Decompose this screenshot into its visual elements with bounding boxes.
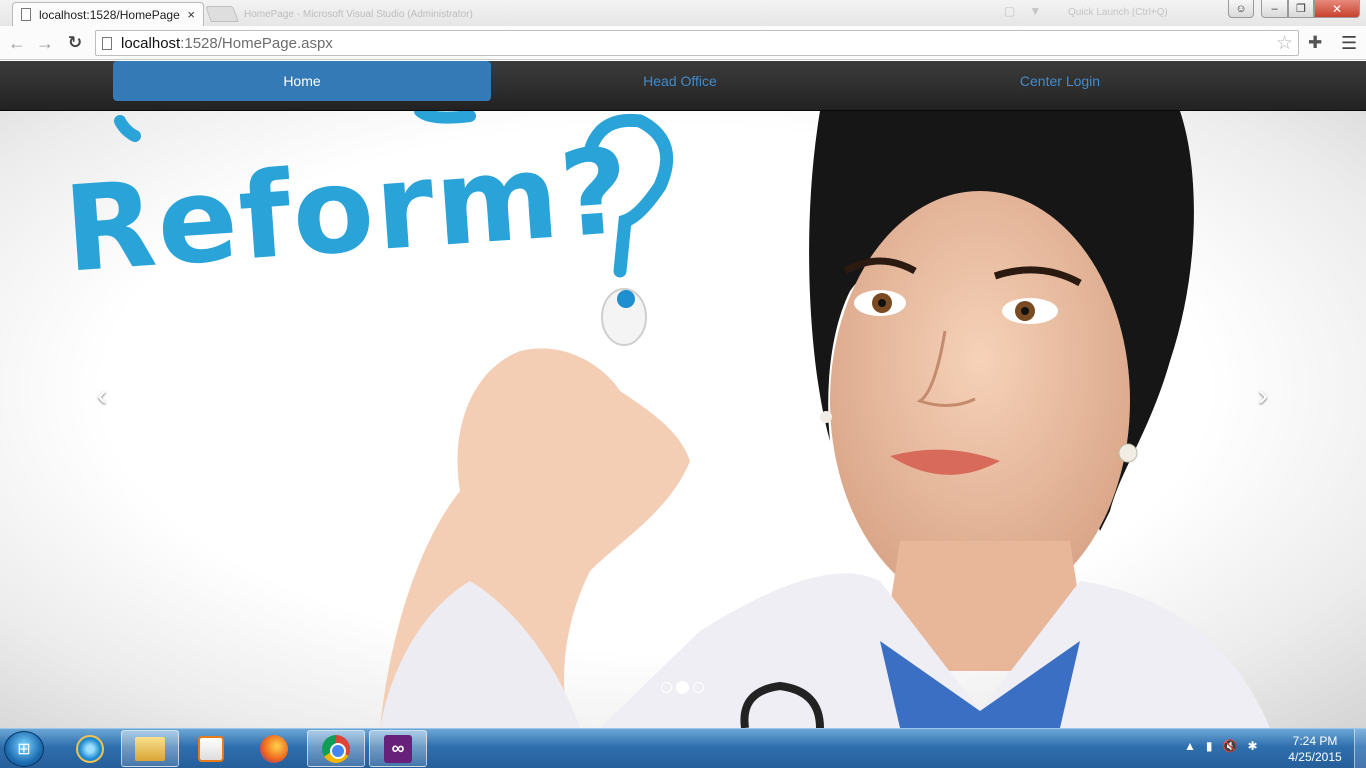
taskbar-firefox[interactable] xyxy=(245,730,303,767)
browser-tab[interactable]: localhost:1528/HomePage × xyxy=(12,2,204,26)
taskbar-clock[interactable]: 7:24 PM 4/25/2015 xyxy=(1282,733,1348,765)
url-path: :1528/HomePage.aspx xyxy=(180,34,333,52)
background-search-hint: Quick Launch (Ctrl+Q) xyxy=(1068,7,1168,18)
tab-title: localhost:1528/HomePage xyxy=(39,7,180,22)
taskbar-media-player[interactable] xyxy=(182,730,240,767)
background-window-icons: ▢ ▼ xyxy=(1004,4,1041,18)
taskbar-visual-studio[interactable]: ∞ xyxy=(369,730,427,767)
window-close-button[interactable]: ✕ xyxy=(1314,0,1360,18)
system-tray: ▲ ▮ 🔇 ✱ xyxy=(1184,739,1258,753)
carousel-indicator-active[interactable] xyxy=(676,681,689,694)
network-icon[interactable]: ✱ xyxy=(1247,739,1257,753)
volume-muted-icon[interactable]: 🔇 xyxy=(1223,739,1238,753)
carousel-indicator[interactable] xyxy=(661,682,672,693)
start-button[interactable]: ⊞ xyxy=(4,731,44,767)
taskbar-windows-explorer[interactable] xyxy=(121,730,179,767)
tray-expand-icon[interactable]: ▲ xyxy=(1184,739,1196,753)
carousel-next-button[interactable]: › xyxy=(1248,379,1278,412)
battery-icon[interactable]: ▮ xyxy=(1206,739,1213,753)
show-desktop-button[interactable] xyxy=(1354,729,1366,768)
new-tab-button[interactable] xyxy=(205,6,239,22)
maximize-button[interactable]: ❐ xyxy=(1288,0,1314,18)
windows-taskbar: ⊞ ∞ ▲ ▮ 🔇 ✱ 7:24 PM 4/25/2015 xyxy=(0,728,1366,768)
nav-item-center-login[interactable]: Center Login xyxy=(871,61,1249,101)
chrome-icon xyxy=(322,734,350,763)
filter-icon: ▼ xyxy=(1029,4,1042,18)
carousel-prev-button[interactable]: ‹ xyxy=(87,379,117,412)
firefox-icon xyxy=(260,734,288,763)
back-arrow-icon[interactable]: ← xyxy=(6,32,28,54)
carousel-indicators xyxy=(661,681,704,694)
carousel-indicator[interactable] xyxy=(693,682,704,693)
menu-icon[interactable]: ☰ xyxy=(1341,33,1357,54)
extension-icon[interactable]: ✚ xyxy=(1308,33,1322,53)
site-navbar: Home Head Office Center Login xyxy=(0,61,1366,111)
address-bar[interactable]: localhost:1528/HomePage.aspx xyxy=(95,30,1299,56)
hero-carousel: Reform? ‹ › xyxy=(0,111,1366,728)
folder-icon xyxy=(135,736,165,761)
browser-title-bar: localhost:1528/HomePage × HomePage - Mic… xyxy=(0,0,1366,26)
clock-time: 7:24 PM xyxy=(1292,734,1338,748)
reload-icon[interactable]: ↻ xyxy=(64,32,86,54)
close-icon[interactable]: × xyxy=(187,7,195,22)
visual-studio-icon: ∞ xyxy=(384,734,412,763)
feedback-icon: ▢ xyxy=(1004,4,1016,18)
url-host: localhost xyxy=(121,34,181,52)
internet-explorer-icon xyxy=(76,734,104,763)
clock-date: 4/25/2015 xyxy=(1288,750,1342,764)
background-window-title: HomePage - Microsoft Visual Studio (Admi… xyxy=(244,9,473,20)
forward-arrow-icon[interactable]: → xyxy=(34,32,56,54)
taskbar-chrome[interactable] xyxy=(307,730,365,767)
star-icon[interactable]: ☆ xyxy=(1276,32,1293,55)
page-icon xyxy=(21,8,31,21)
media-player-icon xyxy=(198,735,224,762)
user-icon[interactable]: ☺ xyxy=(1228,0,1254,18)
taskbar-internet-explorer[interactable] xyxy=(61,730,119,767)
nav-item-head-office[interactable]: Head Office xyxy=(491,61,869,101)
minimize-button[interactable]: – xyxy=(1261,0,1288,18)
nav-item-home[interactable]: Home xyxy=(113,61,491,101)
page-icon xyxy=(102,36,112,50)
